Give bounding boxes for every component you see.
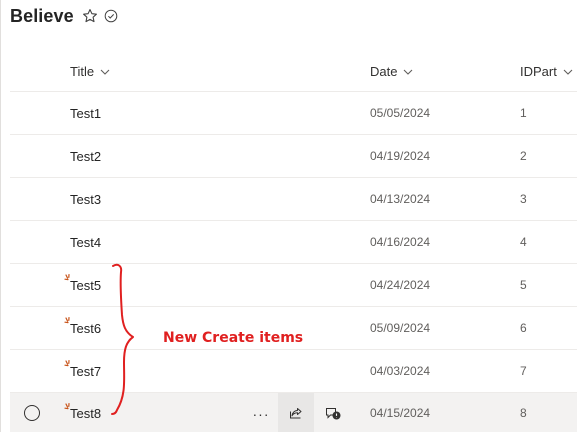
- chevron-down-icon: [563, 69, 573, 75]
- row-idpart: 5: [520, 278, 527, 292]
- row-idpart: 1: [520, 106, 527, 120]
- more-icon[interactable]: ···: [250, 403, 272, 425]
- table-row[interactable]: Test2 04/19/2024 2: [10, 135, 577, 178]
- row-idpart: 7: [520, 364, 527, 378]
- row-date: 05/05/2024: [370, 106, 431, 120]
- table-row[interactable]: Test4 04/16/2024 4: [10, 221, 577, 264]
- row-title[interactable]: Test8: [70, 393, 101, 433]
- chevron-down-icon: [100, 69, 110, 75]
- column-header-date[interactable]: Date: [370, 52, 413, 91]
- column-header-date-label: Date: [370, 64, 398, 79]
- row-title[interactable]: Test5: [70, 264, 101, 306]
- chevron-down-icon: [403, 69, 413, 75]
- row-idpart: 4: [520, 235, 527, 249]
- row-date: 05/09/2024: [370, 321, 431, 335]
- table-row[interactable]: Test8 ··· 04/15/2024 8: [10, 393, 577, 432]
- row-idpart: 8: [520, 406, 527, 420]
- column-header-title[interactable]: Title: [70, 52, 110, 91]
- row-title[interactable]: Test1: [70, 92, 101, 134]
- row-date: 04/13/2024: [370, 192, 431, 206]
- row-date: 04/19/2024: [370, 149, 431, 163]
- row-idpart: 3: [520, 192, 527, 206]
- table-row[interactable]: Test5 04/24/2024 5: [10, 264, 577, 307]
- row-title[interactable]: Test6: [70, 307, 101, 349]
- list-title: Believe: [10, 5, 74, 26]
- row-title[interactable]: Test4: [70, 221, 101, 263]
- table-row[interactable]: Test1 05/05/2024 1: [10, 92, 577, 135]
- row-title[interactable]: Test3: [70, 178, 101, 220]
- row-title[interactable]: Test2: [70, 135, 101, 177]
- page-left-border: [0, 0, 1, 432]
- row-idpart: 6: [520, 321, 527, 335]
- row-select-radio[interactable]: [24, 405, 40, 421]
- row-idpart: 2: [520, 149, 527, 163]
- column-header-row: Title Date IDPart: [10, 52, 577, 92]
- comment-icon[interactable]: [322, 403, 344, 425]
- row-date: 04/24/2024: [370, 278, 431, 292]
- row-title[interactable]: Test7: [70, 350, 101, 392]
- table-row[interactable]: Test7 04/03/2024 7: [10, 350, 577, 393]
- row-date: 04/15/2024: [370, 406, 431, 420]
- column-header-title-label: Title: [70, 64, 95, 79]
- annotation-label: New Create items: [163, 330, 304, 346]
- row-date: 04/16/2024: [370, 235, 431, 249]
- list-header: Believe: [10, 4, 118, 28]
- star-icon[interactable]: [82, 8, 98, 24]
- column-header-idpart-label: IDPart: [520, 64, 557, 79]
- column-header-idpart[interactable]: IDPart: [520, 52, 573, 91]
- table-row[interactable]: Test3 04/13/2024 3: [10, 178, 577, 221]
- row-date: 04/03/2024: [370, 364, 431, 378]
- check-circle-icon[interactable]: [104, 9, 118, 23]
- share-icon[interactable]: [278, 393, 314, 432]
